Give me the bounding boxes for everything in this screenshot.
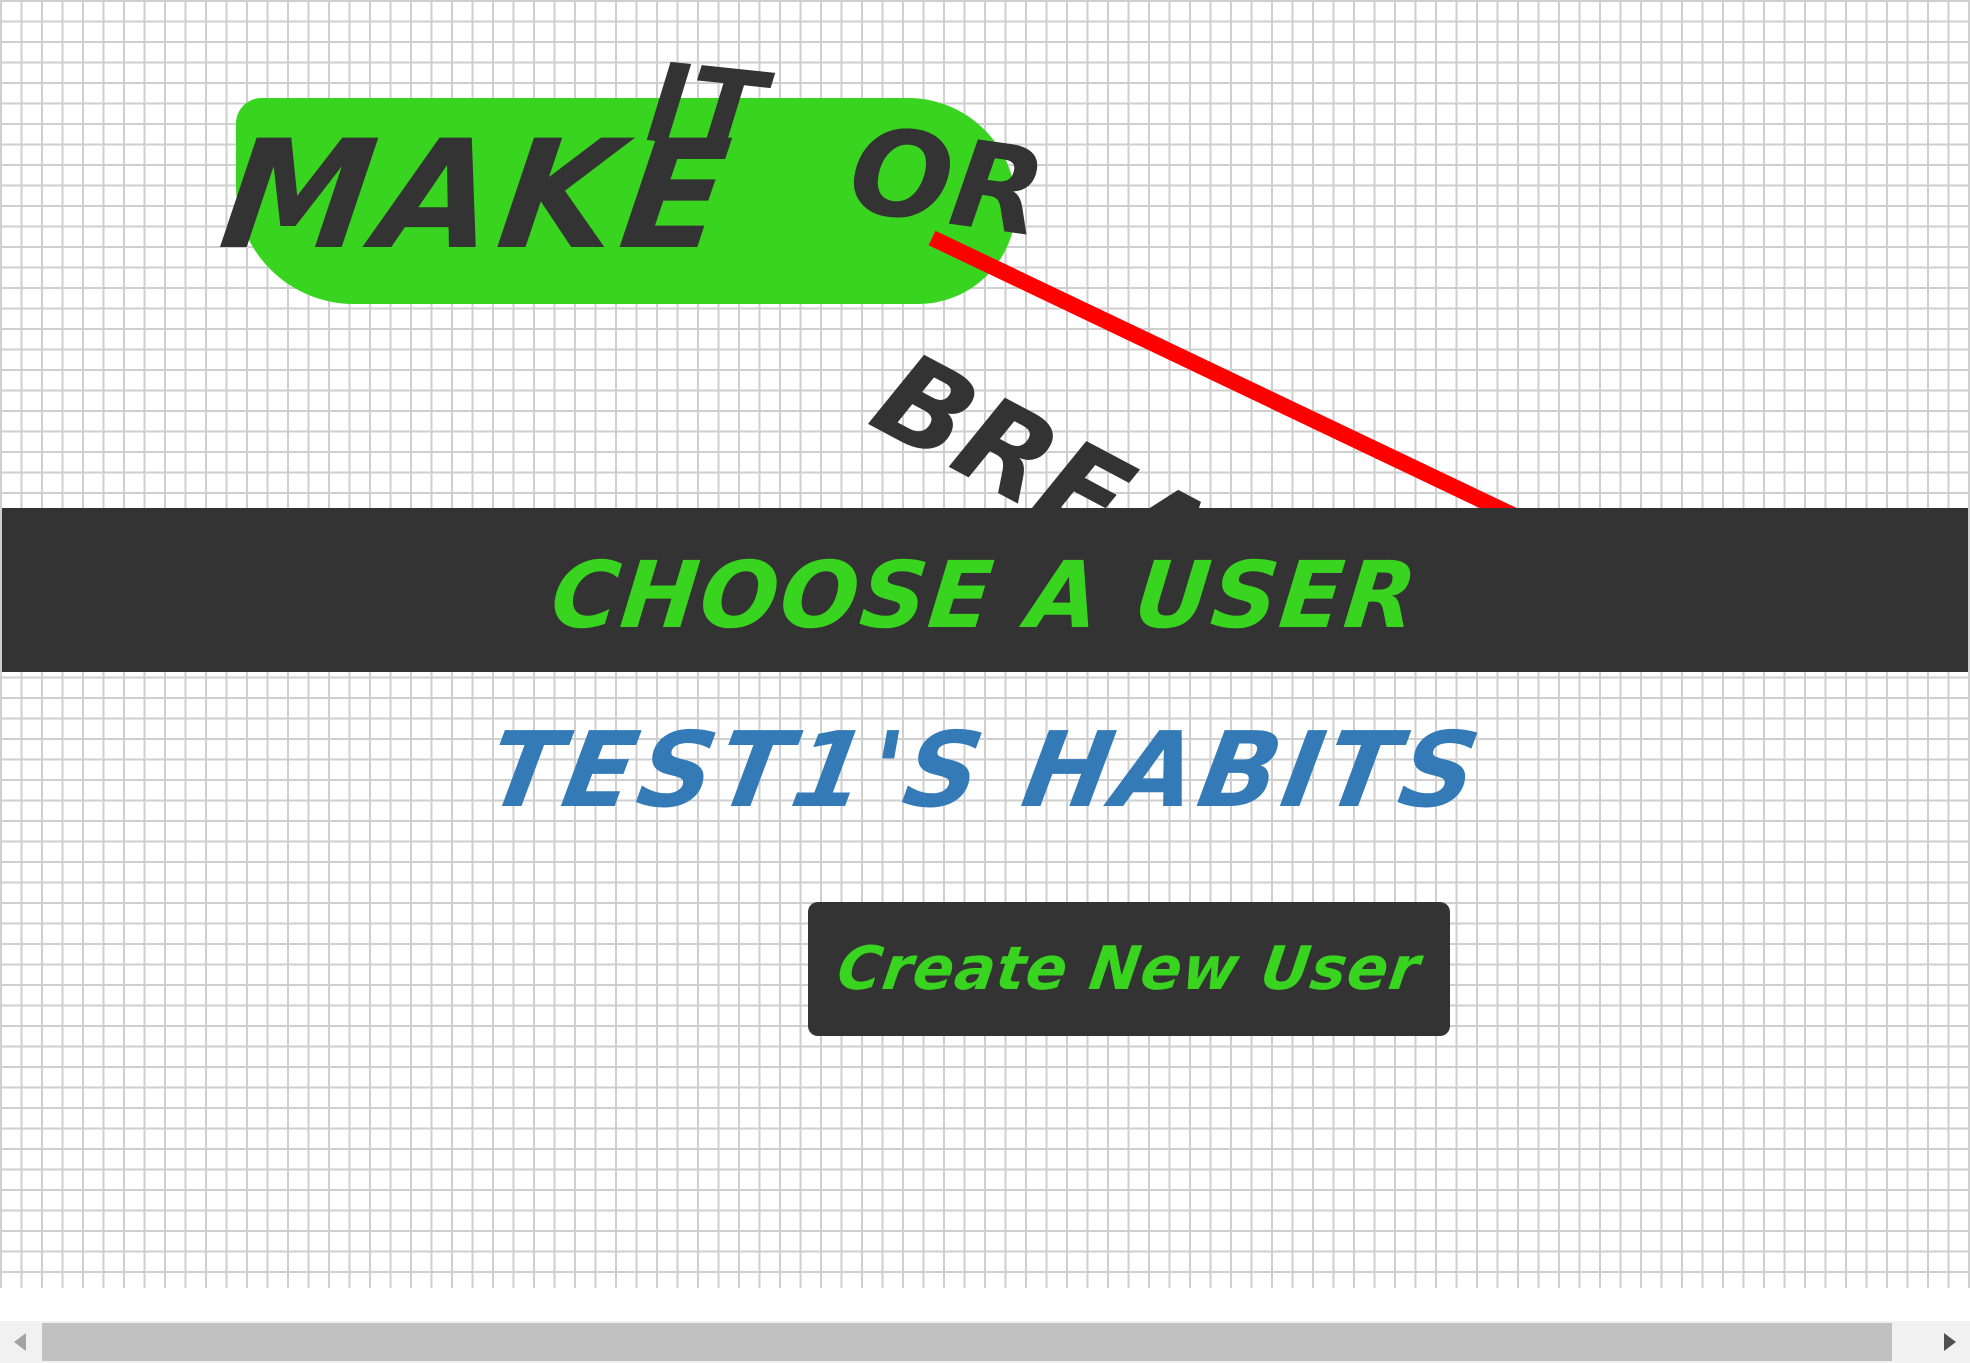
scroll-right-arrow-icon[interactable] xyxy=(1930,1321,1970,1363)
user-link-test1[interactable]: TEST1'S HABITS xyxy=(0,700,1970,840)
user-link-label: TEST1'S HABITS xyxy=(478,709,1491,831)
page-bottom-margin xyxy=(0,1288,1970,1321)
scrollbar-thumb[interactable] xyxy=(42,1323,1892,1361)
horizontal-scrollbar[interactable] xyxy=(0,1321,1970,1363)
create-new-user-button[interactable]: Create New User xyxy=(808,902,1450,1036)
page-title: CHOOSE A USER xyxy=(546,541,1424,649)
header-bar: CHOOSE A USER xyxy=(2,508,1968,672)
logo-word-it: IT xyxy=(641,38,771,178)
scroll-left-arrow-icon[interactable] xyxy=(0,1321,40,1363)
create-new-user-label: Create New User xyxy=(833,934,1425,1004)
